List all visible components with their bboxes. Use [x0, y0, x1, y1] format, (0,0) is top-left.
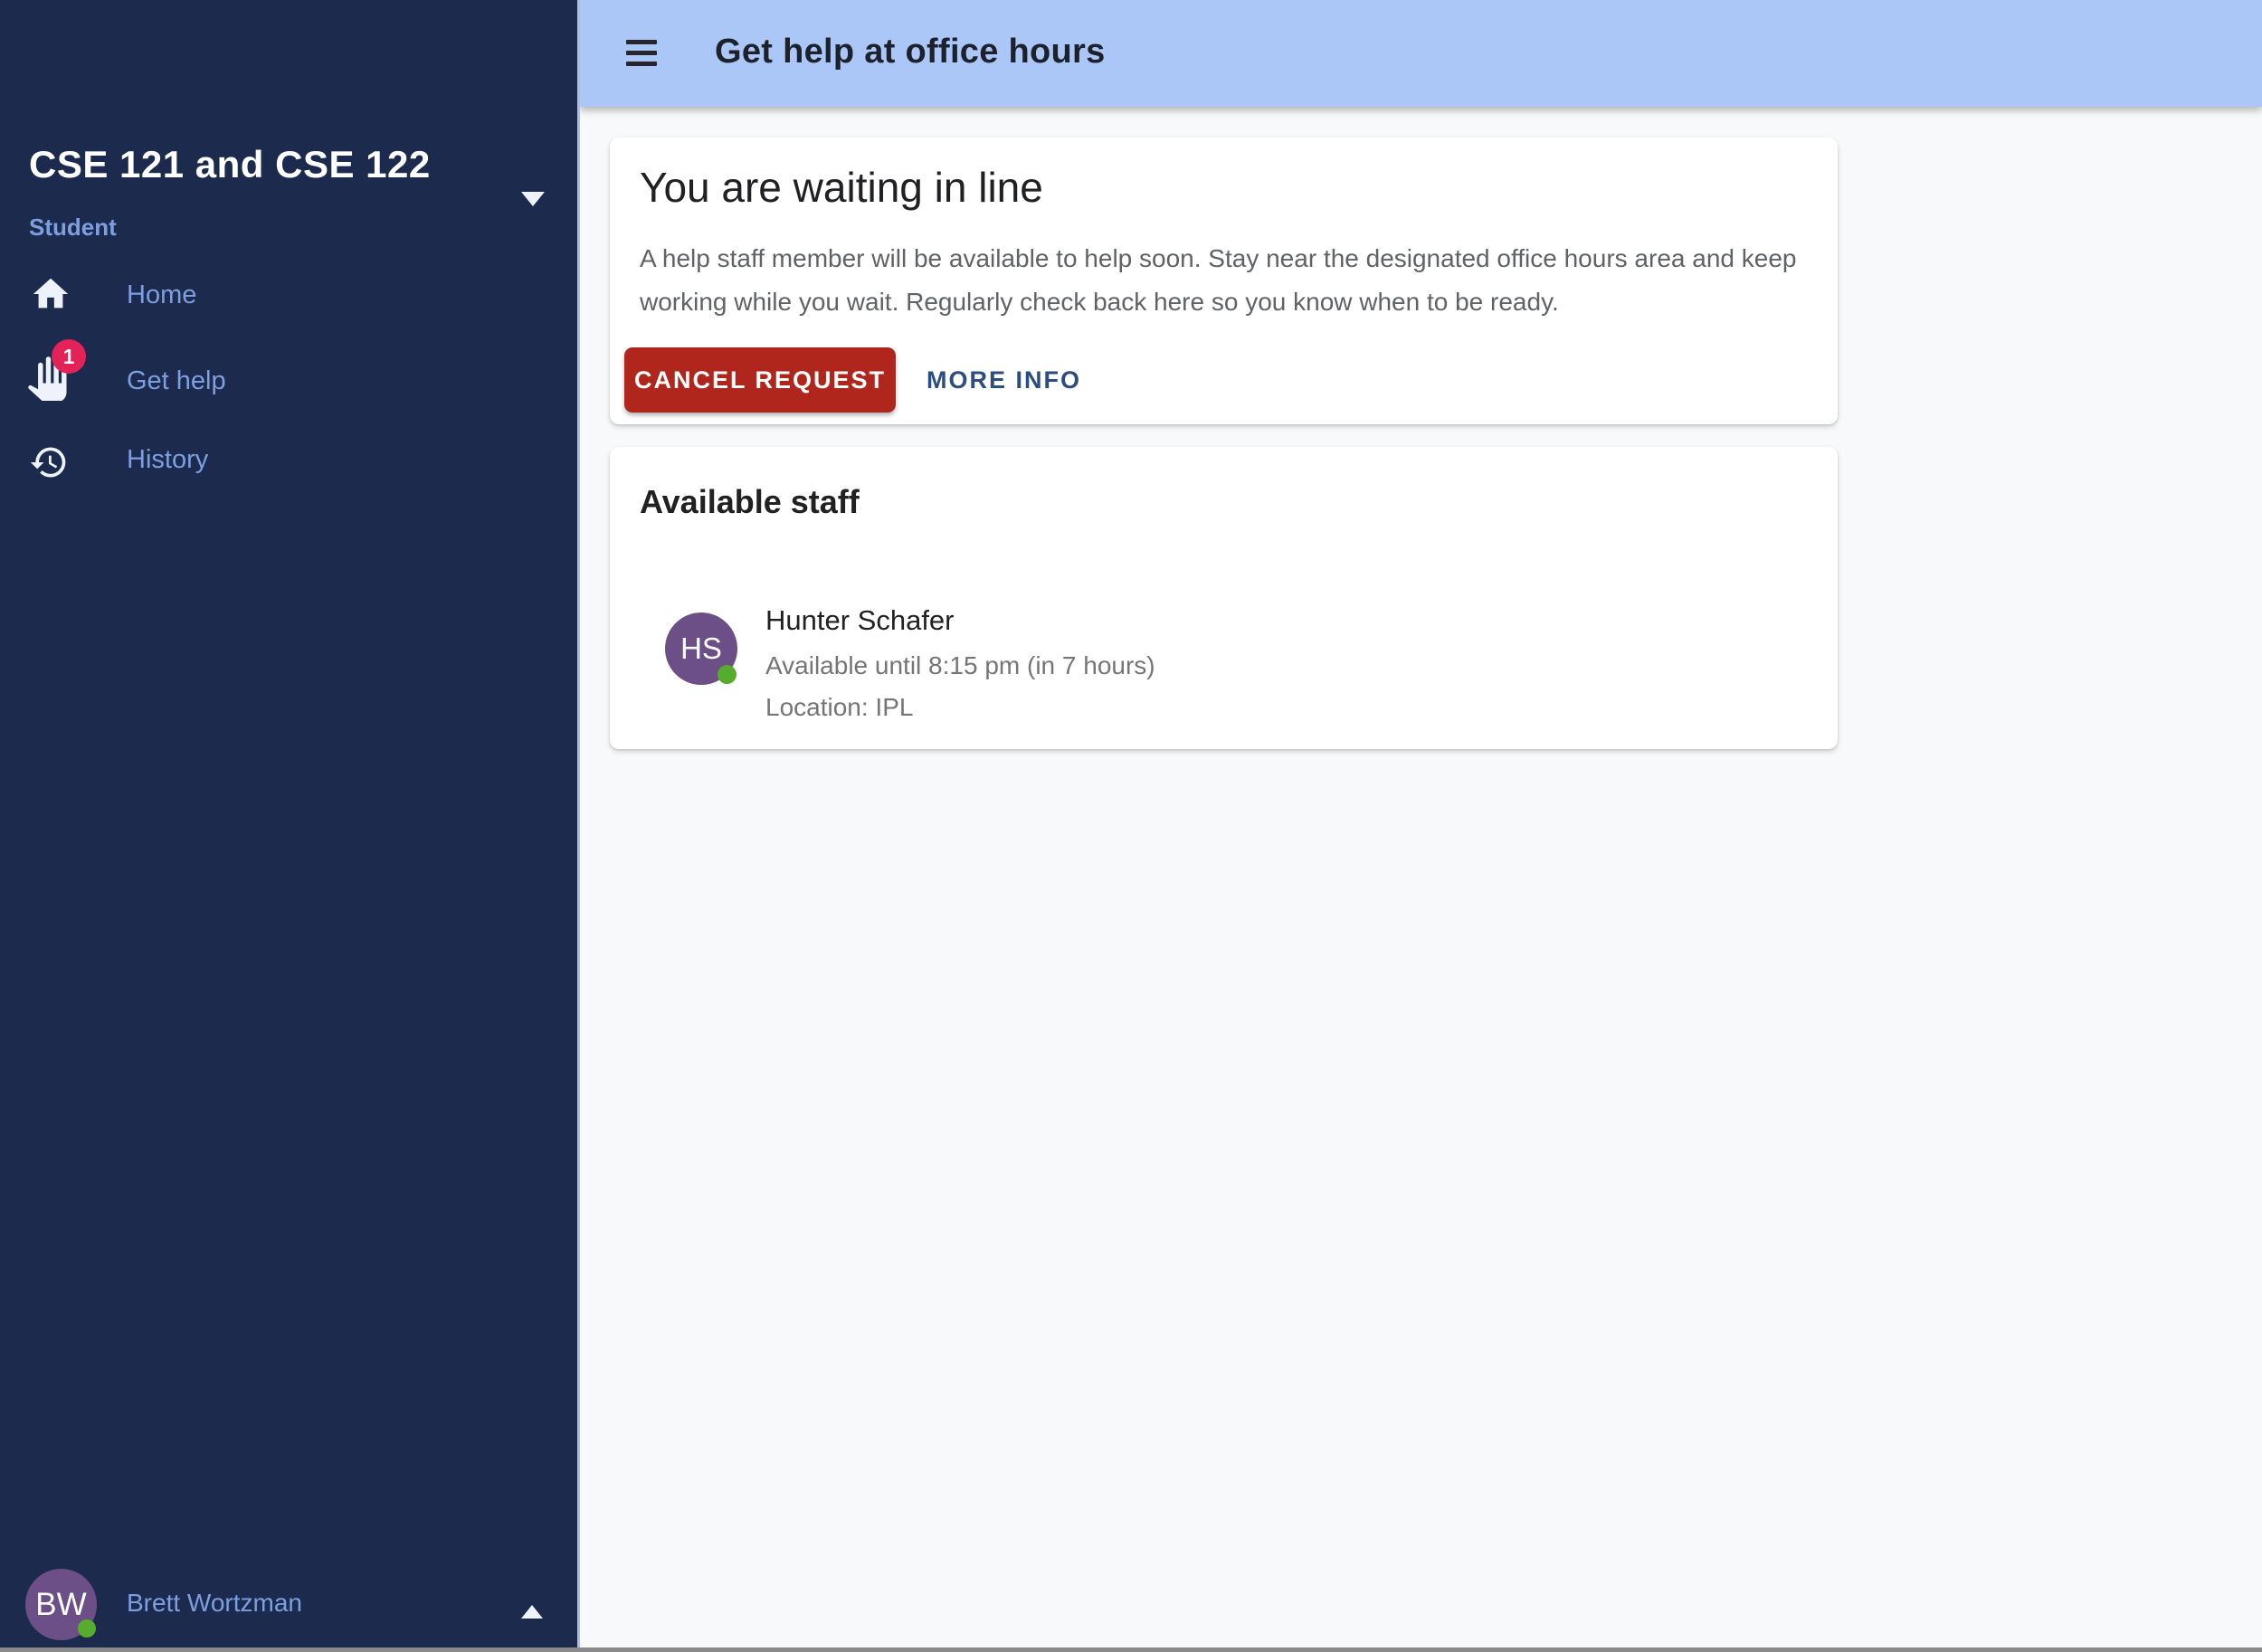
topbar: Get help at office hours — [580, 0, 2262, 107]
user-name: Brett Wortzman — [127, 1589, 302, 1618]
page-title: Get help at office hours — [715, 33, 1106, 71]
sidebar-item-label: Home — [127, 280, 196, 310]
sidebar-item-history[interactable]: History — [0, 427, 580, 505]
main-content: You are waiting in line A help staff mem… — [580, 107, 2262, 1652]
staff-card-title: Available staff — [640, 483, 860, 521]
more-info-button[interactable]: MORE INFO — [910, 347, 1098, 413]
staff-avatar: HS — [665, 612, 737, 685]
role-label: Student — [29, 214, 117, 242]
waiting-card: You are waiting in line A help staff mem… — [610, 138, 1838, 424]
staff-list-item: HS Hunter Schafer Available until 8:15 p… — [610, 592, 1838, 718]
office-hours-app: CSE 121 and CSE 122 Student Home 1 Get h… — [0, 0, 2262, 1652]
course-switcher[interactable]: CSE 121 and CSE 122 Student — [0, 127, 580, 262]
staff-name: Hunter Schafer — [765, 604, 955, 637]
sidebar: CSE 121 and CSE 122 Student Home 1 Get h… — [0, 0, 580, 1652]
sidebar-item-label: History — [127, 444, 208, 475]
window-bottom-edge — [0, 1647, 2262, 1652]
get-help-badge: 1 — [52, 339, 86, 374]
home-icon — [30, 273, 71, 315]
available-staff-card: Available staff HS Hunter Schafer Availa… — [610, 447, 1838, 749]
waiting-card-body: A help staff member will be available to… — [640, 237, 1816, 324]
waiting-card-title: You are waiting in line — [640, 163, 1043, 212]
course-title: CSE 121 and CSE 122 — [29, 143, 431, 186]
sidebar-item-label: Get help — [127, 366, 226, 396]
sidebar-item-home[interactable]: Home — [0, 255, 580, 333]
staff-online-status-dot — [718, 665, 737, 684]
user-menu[interactable]: BW Brett Wortzman — [0, 1558, 580, 1648]
avatar: BW — [25, 1569, 97, 1640]
caret-down-icon — [521, 192, 545, 206]
staff-avatar-initials: HS — [680, 631, 722, 666]
sidebar-item-get-help[interactable]: 1 Get help — [0, 347, 580, 424]
staff-location: Location: IPL — [765, 693, 913, 722]
avatar-initials: BW — [35, 1587, 86, 1623]
caret-up-icon — [521, 1605, 543, 1619]
history-clock-icon — [29, 442, 69, 482]
online-status-dot — [78, 1619, 96, 1638]
cancel-request-button[interactable]: CANCEL REQUEST — [624, 347, 896, 413]
hamburger-menu-icon[interactable] — [626, 40, 657, 67]
staff-availability: Available until 8:15 pm (in 7 hours) — [765, 651, 1155, 680]
